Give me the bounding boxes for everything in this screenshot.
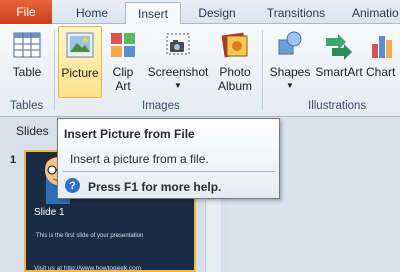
photo-album-icon — [221, 32, 248, 58]
picture-icon — [66, 32, 94, 58]
picture-button[interactable]: Picture — [58, 26, 102, 98]
tooltip-help-text: Press F1 for more help. — [88, 180, 222, 194]
tab-design[interactable]: Design — [187, 2, 247, 24]
picture-label: Picture — [61, 66, 99, 80]
photo-album-button[interactable]: Photo Album — [214, 28, 256, 93]
shapes-label: Shapes — [269, 65, 311, 79]
ribbon-tab-bar: File Home Insert Design Transitions Anim… — [0, 0, 400, 25]
thumb-body: This is the first slide of your presenta… — [36, 233, 144, 239]
picture-tooltip: Insert Picture from File Insert a pictur… — [57, 118, 280, 199]
tooltip-description: Insert a picture from a file. — [70, 152, 209, 166]
tooltip-title: Insert Picture from File — [64, 127, 195, 141]
tab-home[interactable]: Home — [64, 2, 120, 24]
screenshot-label: Screenshot — [147, 65, 209, 79]
clip-art-button[interactable]: Clip Art — [106, 28, 140, 93]
tab-file[interactable]: File — [0, 0, 52, 24]
group-label-illustrations: Illustrations — [308, 100, 367, 112]
photo-album-label-line1: Photo — [219, 65, 251, 79]
chart-icon — [372, 36, 392, 58]
group-separator — [262, 30, 263, 110]
smartart-button[interactable]: SmartArt — [314, 28, 364, 79]
smartart-icon — [326, 34, 352, 60]
shapes-button[interactable]: Shapes ▼ — [268, 28, 312, 93]
smartart-label: SmartArt — [315, 65, 363, 79]
screenshot-icon — [166, 33, 190, 55]
table-icon — [13, 32, 41, 58]
clip-art-label-line1: Clip — [112, 65, 134, 79]
tab-animations[interactable]: Animatio — [344, 2, 400, 24]
tab-insert[interactable]: Insert — [125, 2, 181, 25]
group-label-images: Images — [142, 100, 180, 112]
shapes-icon — [278, 31, 302, 55]
screenshot-button[interactable]: Screenshot ▼ — [144, 28, 212, 93]
group-label-tables: Tables — [10, 100, 44, 112]
slide-number: 1 — [10, 154, 17, 166]
table-button[interactable]: Table — [6, 28, 48, 79]
tab-transitions[interactable]: Transitions — [255, 2, 337, 24]
screenshot-dropdown-icon: ▼ — [174, 81, 182, 90]
thumb-title: Slide 1 — [34, 207, 65, 218]
chart-button[interactable]: Chart — [366, 28, 400, 79]
clip-art-label-line2: Art — [115, 79, 131, 93]
tooltip-divider — [62, 171, 275, 172]
table-label: Table — [12, 65, 42, 79]
shapes-dropdown-icon: ▼ — [286, 81, 294, 90]
chart-label: Chart — [366, 65, 396, 79]
clip-art-icon — [111, 33, 135, 57]
slides-tab-label[interactable]: Slides — [16, 124, 49, 138]
group-separator — [54, 30, 55, 110]
help-icon: ? — [65, 178, 80, 193]
thumb-footer: Visit us at http://www.howtogeek.com — [34, 265, 142, 272]
photo-album-label-line2: Album — [217, 79, 252, 93]
ribbon: Table Tables Picture Clip Art Screenshot… — [0, 24, 400, 117]
